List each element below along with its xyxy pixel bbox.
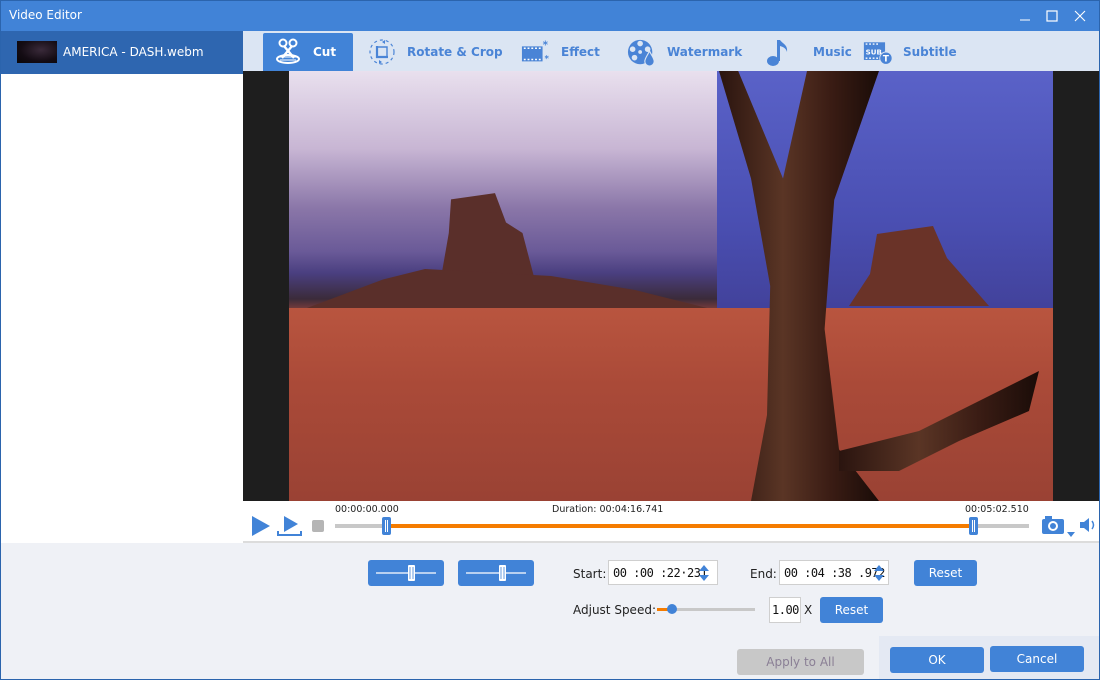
- snapshot-dropdown[interactable]: [1067, 523, 1075, 542]
- trim-end-handle[interactable]: [969, 517, 979, 535]
- timeline-end-time: 00:05:02.510: [965, 504, 1029, 515]
- svg-text:SUB: SUB: [866, 48, 882, 57]
- video-frame: [289, 71, 1053, 501]
- tab-music[interactable]: Music: [763, 33, 852, 71]
- chevron-down-icon: [1067, 532, 1075, 537]
- snapshot-button[interactable]: [1041, 515, 1065, 539]
- minimize-icon: [1020, 19, 1030, 21]
- speed-slider-thumb[interactable]: [666, 604, 677, 614]
- volume-button[interactable]: [1079, 517, 1097, 537]
- svg-text:T: T: [883, 55, 889, 65]
- tab-label: Cut: [313, 45, 337, 59]
- start-time-spinner[interactable]: [698, 563, 710, 583]
- trim-end-marker-icon: [466, 565, 526, 581]
- apply-to-all-button[interactable]: Apply to All: [737, 649, 864, 675]
- play-button[interactable]: [251, 515, 271, 541]
- set-start-button[interactable]: [368, 560, 444, 586]
- file-item[interactable]: AMERICA - DASH.webm: [1, 31, 243, 74]
- music-note-icon: [763, 37, 793, 67]
- trim-range-fill: [385, 524, 974, 528]
- duration-label: Duration: 00:04:16.741: [552, 504, 664, 515]
- end-label: End:: [750, 567, 777, 581]
- start-label: Start:: [573, 567, 607, 581]
- tab-label: Music: [813, 45, 852, 59]
- speed-value-input[interactable]: 1.00: [769, 597, 801, 623]
- tab-label: Effect: [561, 45, 600, 59]
- reset-speed-button[interactable]: Reset: [820, 597, 883, 623]
- end-time-spinner[interactable]: [873, 563, 885, 583]
- end-time-value: 00 :04 :38 .972: [784, 565, 885, 580]
- cancel-button[interactable]: Cancel: [990, 646, 1084, 672]
- volume-icon: [1080, 518, 1095, 532]
- svg-text:*: *: [544, 53, 549, 63]
- file-list: AMERICA - DASH.webm: [1, 31, 243, 543]
- tab-label: Rotate & Crop: [407, 45, 503, 59]
- timeline-start-time: 00:00:00.000: [335, 504, 399, 515]
- set-end-button[interactable]: [458, 560, 534, 586]
- speed-unit: X: [804, 603, 813, 617]
- spinner-arrows-icon: [874, 565, 884, 581]
- close-button[interactable]: [1069, 5, 1091, 27]
- tab-effect[interactable]: * * Effect: [521, 33, 600, 71]
- desert-sand: [289, 307, 1053, 501]
- rotate-crop-icon: [367, 37, 397, 67]
- adjust-speed-label: Adjust Speed:: [573, 603, 656, 617]
- tab-watermark[interactable]: Watermark: [627, 33, 742, 71]
- spinner-arrows-icon: [699, 565, 709, 581]
- tab-label: Watermark: [667, 45, 743, 59]
- tab-cut[interactable]: Cut: [263, 33, 353, 71]
- start-time-value: 00 :00 :22·231: [613, 565, 708, 580]
- play-selection-button[interactable]: [277, 515, 303, 541]
- watermark-reel-icon: [627, 37, 657, 67]
- minimize-button[interactable]: [1014, 5, 1036, 27]
- effect-film-icon: * *: [521, 37, 551, 67]
- play-icon: [252, 516, 270, 536]
- tab-subtitle[interactable]: SUB T Subtitle: [863, 33, 957, 71]
- trim-start-marker-icon: [376, 565, 436, 581]
- trim-start-handle[interactable]: [381, 517, 391, 535]
- tab-label: Subtitle: [903, 45, 957, 59]
- ok-button[interactable]: OK: [890, 647, 984, 673]
- cut-settings-panel: Start: 00 :00 :22·231 End: 00 :04 :38 .9…: [1, 543, 1099, 679]
- close-icon: [1074, 10, 1086, 22]
- maximize-button[interactable]: [1041, 5, 1063, 27]
- stop-button[interactable]: [312, 520, 324, 532]
- window-title: Video Editor: [9, 8, 82, 22]
- svg-text:*: *: [543, 39, 549, 51]
- play-selection-icon: [277, 516, 302, 536]
- reset-time-button[interactable]: Reset: [914, 560, 977, 586]
- video-preview[interactable]: [243, 71, 1099, 501]
- tab-rotate-crop[interactable]: Rotate & Crop: [367, 33, 503, 71]
- camera-icon: [1042, 516, 1064, 534]
- editor-tabs: Cut Rotate & Crop * * Effect Watermark Mu…: [243, 31, 1099, 71]
- speed-value: 1.00: [772, 603, 799, 617]
- video-editor-window: Video Editor AMERICA - DASH.webm Cut Rot…: [0, 0, 1100, 680]
- subtitle-icon: SUB T: [863, 37, 893, 67]
- maximize-icon: [1046, 10, 1058, 22]
- title-bar: Video Editor: [1, 1, 1099, 31]
- file-thumbnail: [17, 41, 57, 63]
- file-name: AMERICA - DASH.webm: [63, 45, 204, 59]
- scissors-icon: [273, 37, 303, 67]
- playback-controls: 00:00:00.000 Duration: 00:04:16.741 00:0…: [243, 501, 1099, 543]
